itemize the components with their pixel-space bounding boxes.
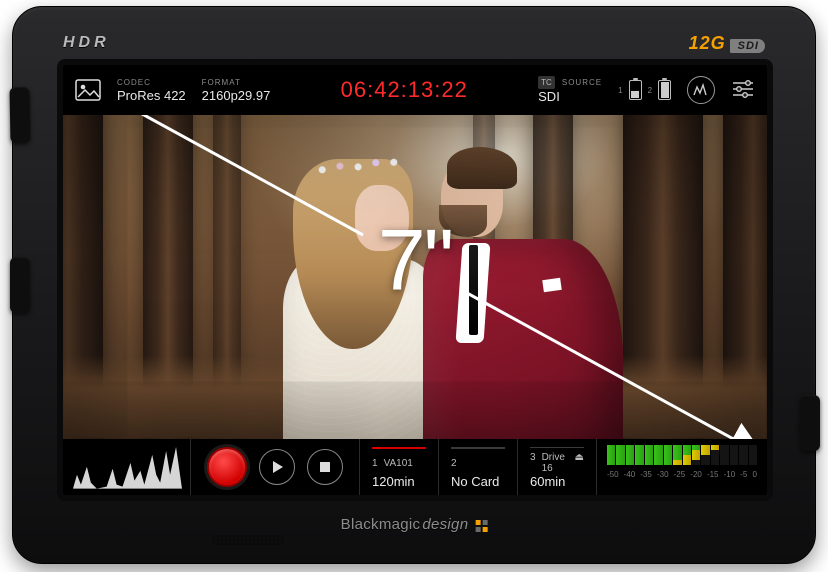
battery-1-icon — [629, 80, 642, 100]
audio-scale-tick: -35 — [640, 470, 652, 479]
bezel-labels: HDR 12G SDI — [63, 29, 765, 57]
histogram-display[interactable] — [63, 439, 191, 495]
audio-scale-tick: -5 — [740, 470, 747, 479]
audio-scale-tick: -30 — [657, 470, 669, 479]
media-slots: 1 VA101 120min 2 No Card 3 Drive 16 ⏏ 60min — [360, 439, 597, 495]
tc-chip: TC — [538, 76, 555, 89]
format-readout[interactable]: FORMAT 2160p29.97 — [202, 78, 271, 103]
brand-logo: Blackmagicdesign — [341, 516, 488, 533]
codec-readout[interactable]: CODEC ProRes 422 — [117, 78, 186, 103]
audio-scale-tick: -15 — [707, 470, 719, 479]
screen-size-label: 7" — [378, 211, 452, 310]
format-value: 2160p29.97 — [202, 88, 271, 103]
audio-scale-tick: 0 — [752, 470, 756, 479]
media-slot-3[interactable]: 3 Drive 16 ⏏ 60min — [518, 439, 597, 495]
video-preview[interactable]: 7" — [63, 115, 767, 439]
audio-meter-channel — [607, 460, 757, 465]
timecode-display[interactable]: 06:42:13:22 — [341, 77, 468, 103]
battery-2-icon — [658, 80, 671, 100]
codec-label: CODEC — [117, 78, 186, 87]
source-readout[interactable]: TC SOURCE SDI — [538, 76, 602, 104]
slot-name: Drive 16 — [542, 452, 569, 474]
stop-button[interactable] — [307, 449, 343, 485]
sdi-tag: SDI — [730, 39, 765, 53]
transport-controls — [191, 439, 360, 495]
slot-status: No Card — [451, 474, 505, 489]
codec-value: ProRes 422 — [117, 88, 186, 103]
mount-lug — [800, 395, 820, 451]
scopes-button[interactable] — [687, 76, 715, 104]
format-label: FORMAT — [202, 78, 271, 87]
slot-index: 1 — [372, 458, 378, 469]
drive-icon: ⏏ — [575, 452, 584, 474]
touch-screen[interactable]: CODEC ProRes 422 FORMAT 2160p29.97 06:42… — [63, 65, 767, 495]
sdi-12g-label: 12G — [689, 33, 726, 54]
audio-scale-tick: -10 — [724, 470, 736, 479]
media-slot-1[interactable]: 1 VA101 120min — [360, 439, 439, 495]
bottom-status-bar: 1 VA101 120min 2 No Card 3 Drive 16 ⏏ 60min… — [63, 439, 767, 495]
source-value: SDI — [538, 89, 602, 104]
source-label: SOURCE — [562, 78, 602, 87]
battery-1-index: 1 — [618, 86, 622, 95]
slot-index: 2 — [451, 458, 457, 469]
mount-lug — [10, 87, 31, 143]
monitor-overlays-icon[interactable] — [75, 79, 101, 101]
record-button[interactable] — [207, 447, 247, 487]
battery-status[interactable]: 1 2 — [618, 80, 671, 100]
brand-squares-icon — [475, 520, 487, 532]
slot-status: 120min — [372, 474, 426, 489]
device-body: HDR 12G SDI CODEC ProRes 422 FORMAT 2160… — [12, 6, 816, 564]
speaker-grille — [213, 535, 283, 545]
slot-status: 60min — [530, 474, 584, 489]
brand-left: Blackmagic — [341, 516, 421, 533]
audio-scale-tick: -20 — [690, 470, 702, 479]
play-button[interactable] — [259, 449, 295, 485]
top-status-bar: CODEC ProRes 422 FORMAT 2160p29.97 06:42… — [63, 65, 767, 115]
hdr-logo: HDR — [63, 34, 110, 52]
slot-name: VA101 — [384, 458, 413, 469]
audio-scale-tick: -50 — [607, 470, 619, 479]
media-slot-2[interactable]: 2 No Card — [439, 439, 518, 495]
settings-icon[interactable] — [731, 79, 755, 102]
brand-right: design — [422, 516, 468, 533]
slot-index: 3 — [530, 452, 536, 474]
battery-2-index: 2 — [648, 86, 652, 95]
audio-scale-tick: -25 — [674, 470, 686, 479]
mount-lug — [10, 257, 30, 313]
audio-meters[interactable]: -50-40-35-30-25-20-15-10-50 — [597, 439, 767, 495]
audio-meter-scale: -50-40-35-30-25-20-15-10-50 — [607, 470, 757, 479]
sdi-logo: 12G SDI — [689, 33, 765, 54]
audio-scale-tick: -40 — [624, 470, 636, 479]
